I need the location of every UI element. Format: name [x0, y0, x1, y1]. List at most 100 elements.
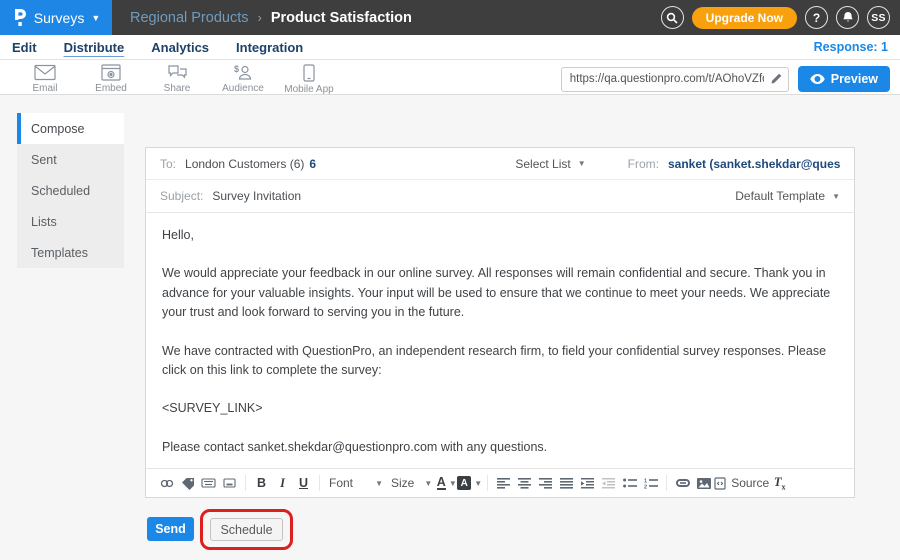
sidebar-item-sent[interactable]: Sent: [17, 144, 124, 175]
insert-link-icon[interactable]: [672, 472, 693, 494]
channel-label: Embed: [95, 83, 127, 94]
insert-image-icon[interactable]: [693, 472, 714, 494]
indent-decrease-icon[interactable]: [598, 472, 619, 494]
breadcrumb: Regional Products › Product Satisfaction: [130, 10, 412, 26]
sidebar-item-templates[interactable]: Templates: [17, 237, 124, 268]
channel-email[interactable]: Email: [12, 64, 78, 94]
template-label: Default Template: [735, 189, 825, 203]
breadcrumb-separator: ›: [258, 10, 262, 25]
remove-format-button[interactable]: Tx: [769, 472, 790, 494]
tab-integration[interactable]: Integration: [236, 40, 303, 55]
distribute-toolbar: Email Embed Share $ Audience Mobile App: [0, 60, 900, 95]
email-icon: [34, 64, 56, 81]
channel-share[interactable]: Share: [144, 64, 210, 94]
body-paragraph: Hello,: [162, 226, 838, 245]
toolbar-divider: [245, 475, 246, 491]
help-icon: ?: [813, 11, 820, 25]
select-list-dropdown[interactable]: Select List ▼: [515, 157, 585, 171]
align-left-icon[interactable]: [493, 472, 514, 494]
underline-button[interactable]: U: [293, 472, 314, 494]
recipient-count: 6: [309, 157, 316, 171]
chevron-down-icon: ▼: [832, 192, 840, 201]
bulleted-list-icon[interactable]: [619, 472, 640, 494]
surveys-menu[interactable]: Surveys ▼: [0, 0, 112, 35]
template-dropdown[interactable]: Default Template ▼: [735, 189, 840, 203]
toolbar-divider: [487, 475, 488, 491]
button-insert-icon[interactable]: [219, 472, 240, 494]
preview-label: Preview: [831, 72, 878, 86]
size-dropdown[interactable]: Size ▼: [387, 476, 436, 490]
chevron-down-icon: ▼: [578, 159, 586, 168]
tab-edit[interactable]: Edit: [12, 40, 37, 55]
help-button[interactable]: ?: [805, 6, 828, 29]
italic-button[interactable]: I: [272, 472, 293, 494]
chevron-down-icon: ▼: [375, 479, 383, 488]
channel-label: Share: [164, 83, 191, 94]
preview-button[interactable]: Preview: [798, 66, 890, 92]
chevron-down-icon: ▼: [424, 479, 432, 488]
channel-label: Email: [32, 83, 57, 94]
survey-nav: Edit Distribute Analytics Integration Re…: [0, 35, 900, 60]
mobile-app-icon: [303, 64, 315, 82]
email-body-editor[interactable]: Hello, We would appreciate your feedback…: [146, 213, 854, 468]
edit-url-icon[interactable]: [770, 72, 783, 85]
channel-mobile-app[interactable]: Mobile App: [276, 64, 342, 95]
avatar-initials: SS: [871, 12, 886, 24]
from-block: From: sanket (sanket.shekdar@ques...: [628, 157, 840, 171]
anchor-link-icon[interactable]: [156, 472, 177, 494]
sidebar-item-compose[interactable]: Compose: [17, 113, 124, 144]
upgrade-now-button[interactable]: Upgrade Now: [692, 7, 797, 29]
subject-value[interactable]: Survey Invitation: [212, 189, 301, 203]
eye-icon: [810, 74, 825, 84]
from-value[interactable]: sanket (sanket.shekdar@ques...: [668, 157, 840, 171]
font-dropdown-label: Font: [329, 476, 353, 490]
notifications-button[interactable]: [836, 6, 859, 29]
body-paragraph: <SURVEY_LINK>: [162, 399, 838, 418]
svg-text:2: 2: [644, 484, 647, 489]
tag-merge-field-icon[interactable]: [177, 472, 198, 494]
text-color-button[interactable]: A ▼: [436, 472, 457, 494]
numbered-list-icon[interactable]: 12: [640, 472, 661, 494]
sidebar-item-lists[interactable]: Lists: [17, 206, 124, 237]
questionpro-logo-icon: [12, 8, 27, 27]
survey-url-input[interactable]: [561, 67, 789, 92]
align-center-icon[interactable]: [514, 472, 535, 494]
to-value[interactable]: London Customers (6): [185, 157, 304, 171]
distribute-sidebar: Compose Sent Scheduled Lists Templates: [17, 113, 124, 268]
user-avatar[interactable]: SS: [867, 6, 890, 29]
tab-analytics[interactable]: Analytics: [151, 40, 209, 55]
svg-text:$: $: [234, 64, 239, 74]
align-right-icon[interactable]: [535, 472, 556, 494]
body-paragraph: We have contracted with QuestionPro, an …: [162, 342, 838, 381]
recipients-row: To: London Customers (6) 6 Select List ▼…: [146, 148, 854, 180]
sidebar-item-scheduled[interactable]: Scheduled: [17, 175, 124, 206]
schedule-button[interactable]: Schedule: [210, 518, 283, 541]
channel-label: Audience: [222, 83, 264, 94]
channel-embed[interactable]: Embed: [78, 64, 144, 94]
to-label: To:: [160, 157, 176, 171]
response-count[interactable]: Response: 1: [814, 40, 888, 54]
source-label: Source: [731, 476, 769, 490]
source-button[interactable]: Source: [714, 472, 769, 494]
background-color-button[interactable]: A ▼: [457, 472, 482, 494]
search-button[interactable]: [661, 6, 684, 29]
indent-increase-icon[interactable]: [577, 472, 598, 494]
email-compose-card: To: London Customers (6) 6 Select List ▼…: [145, 147, 855, 498]
body-paragraph: We would appreciate your feedback in our…: [162, 264, 838, 322]
align-justify-icon[interactable]: [556, 472, 577, 494]
channel-audience[interactable]: $ Audience: [210, 64, 276, 94]
breadcrumb-folder[interactable]: Regional Products: [130, 10, 249, 26]
tab-distribute[interactable]: Distribute: [64, 40, 125, 55]
toolbar-divider: [666, 475, 667, 491]
audience-icon: $: [232, 64, 254, 81]
bold-button[interactable]: B: [251, 472, 272, 494]
survey-link-area: Preview: [561, 66, 890, 92]
font-dropdown[interactable]: Font ▼: [325, 476, 387, 490]
send-button[interactable]: Send: [147, 517, 194, 541]
breadcrumb-survey-name: Product Satisfaction: [271, 10, 412, 26]
subject-label: Subject:: [160, 189, 203, 203]
keyboard-shortcut-icon[interactable]: [198, 472, 219, 494]
select-list-label: Select List: [515, 157, 570, 171]
channel-label: Mobile App: [284, 84, 333, 95]
bell-icon: [842, 11, 854, 24]
